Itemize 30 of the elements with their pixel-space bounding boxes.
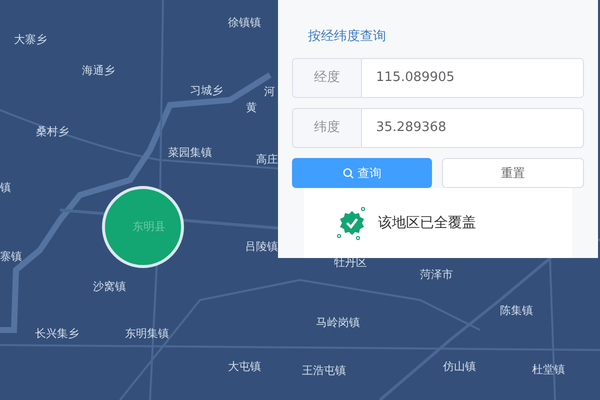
result-message: 该地区已全覆盖 (378, 214, 476, 232)
reset-button[interactable]: 重置 (442, 158, 584, 188)
map-place-label: 东明集镇 (125, 327, 169, 341)
map-place-label: 徐镇镇 (228, 16, 261, 30)
panel-title: 按经纬度查询 (307, 28, 387, 46)
search-icon (342, 168, 354, 178)
map-place-label: 习城乡 (190, 84, 223, 98)
map-place-label: 马岭岗镇 (316, 316, 360, 330)
map-place-label: 仿山镇 (443, 360, 476, 374)
map-place-label: 菏泽市 (420, 268, 453, 282)
map-place-label: 陈集镇 (500, 304, 533, 318)
map-place-label: 长兴集乡 (35, 327, 79, 341)
map-place-label: 河 (264, 85, 275, 99)
map-place-label: 东明县 (132, 218, 166, 235)
map-place-label: 吕陵镇 (245, 240, 278, 254)
map-place-label: 王浩屯镇 (302, 364, 346, 378)
map-place-label: 菜园集镇 (168, 146, 212, 160)
coordinate-field[interactable]: 纬度 35.289368 (292, 108, 584, 148)
map-place-label: 大屯镇 (228, 360, 261, 374)
map-place-label: 海通乡 (82, 64, 115, 78)
map-place-label: 寨镇 (0, 250, 22, 264)
coordinate-field[interactable]: 经度 115.089905 (292, 58, 584, 98)
map-place-label: 镇 (0, 181, 11, 195)
map-place-label: 黄 (246, 101, 257, 115)
map-place-label: 杜堂镇 (532, 363, 565, 377)
map-place-label: 高庄 (256, 153, 278, 167)
map-place-label: 桑村乡 (36, 125, 69, 139)
map-place-label: 大寨乡 (14, 33, 47, 47)
verified-badge-icon (336, 206, 368, 240)
map-place-label: 沙窝镇 (93, 280, 126, 294)
